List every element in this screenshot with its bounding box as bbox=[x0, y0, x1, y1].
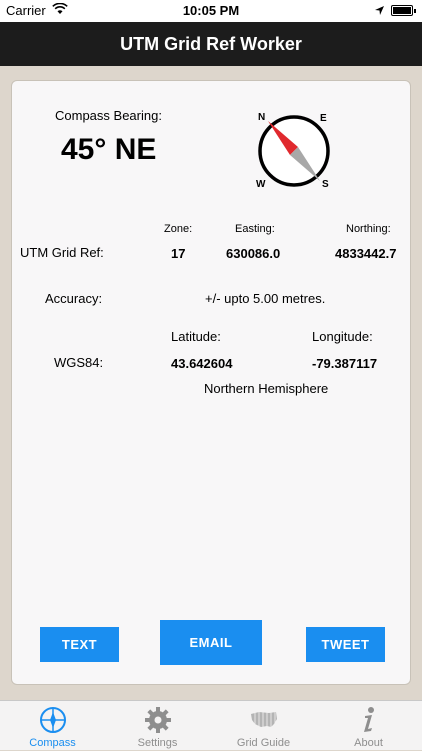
compass-bearing-label: Compass Bearing: bbox=[55, 108, 162, 123]
utm-zone-value: 17 bbox=[171, 246, 186, 261]
tab-compass[interactable]: Compass bbox=[0, 701, 105, 751]
location-arrow-icon bbox=[374, 4, 385, 19]
latitude-header: Latitude: bbox=[171, 329, 221, 344]
longitude-header: Longitude: bbox=[312, 329, 373, 344]
compass-letter-n: N bbox=[258, 112, 265, 123]
tab-grid-guide[interactable]: Grid Guide bbox=[211, 701, 316, 751]
compass-letter-s: S bbox=[322, 179, 329, 190]
hemisphere-label: Northern Hemisphere bbox=[204, 381, 329, 396]
nav-title: UTM Grid Ref Worker bbox=[120, 34, 302, 54]
tab-compass-label: Compass bbox=[29, 737, 76, 749]
text-button[interactable]: TEXT bbox=[40, 627, 119, 662]
status-time: 10:05 PM bbox=[182, 3, 240, 18]
tab-about[interactable]: About bbox=[316, 701, 421, 751]
tab-bar: Compass Settings Grid Guide About bbox=[0, 700, 422, 750]
gear-icon bbox=[145, 707, 171, 733]
tab-settings[interactable]: Settings bbox=[105, 701, 210, 751]
compass-letter-w: W bbox=[256, 179, 266, 190]
northing-header: Northing: bbox=[346, 223, 391, 235]
compass-icon bbox=[40, 707, 66, 733]
zone-header: Zone: bbox=[164, 223, 193, 235]
tweet-button[interactable]: TWEET bbox=[306, 627, 385, 662]
usa-grid-icon bbox=[251, 711, 277, 728]
battery-icon bbox=[391, 5, 416, 16]
utm-easting-value: 630086.0 bbox=[226, 246, 281, 261]
longitude-value: -79.387117 bbox=[312, 356, 378, 371]
accuracy-label: Accuracy: bbox=[45, 291, 103, 306]
accuracy-value: +/- upto 5.00 metres. bbox=[205, 291, 326, 306]
compass-bearing-value: 45° NE bbox=[61, 133, 157, 166]
utm-grid-ref-label: UTM Grid Ref: bbox=[20, 245, 104, 260]
tab-about-label: About bbox=[354, 737, 383, 749]
compass-letter-e: E bbox=[320, 113, 327, 124]
latitude-value: 43.642604 bbox=[171, 356, 233, 371]
nav-bar: UTM Grid Ref Worker bbox=[0, 22, 422, 66]
easting-header: Easting: bbox=[235, 223, 275, 235]
wgs84-label: WGS84: bbox=[54, 355, 104, 370]
utm-northing-value: 4833442.7 bbox=[335, 246, 397, 261]
status-bar: Carrier 10:05 PM bbox=[0, 0, 422, 22]
info-card: Compass Bearing: 45° NE N E S W Zone: Ea… bbox=[11, 80, 411, 685]
email-button[interactable]: EMAIL bbox=[160, 620, 262, 665]
compass-rose-icon: N E S W bbox=[256, 112, 330, 190]
info-icon bbox=[364, 707, 374, 732]
tab-settings-label: Settings bbox=[137, 737, 178, 749]
tab-grid-guide-label: Grid Guide bbox=[236, 737, 291, 749]
